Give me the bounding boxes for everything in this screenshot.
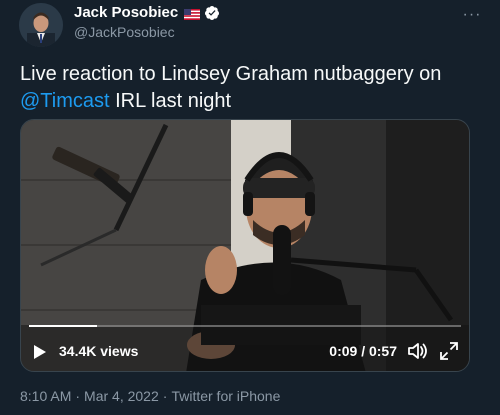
meta-separator-2: · [162,388,168,404]
more-options-icon[interactable]: ··· [460,5,484,25]
author-display-name[interactable]: Jack Posobiec [74,4,178,21]
video-player[interactable]: 34.4K views 0:09 / 0:57 [20,119,470,372]
us-flag-icon [184,7,201,20]
meta-separator: · [75,388,81,404]
volume-icon[interactable] [407,341,429,361]
tweet-time[interactable]: 8:10 AM [20,388,71,404]
tweet-meta: 8:10 AM · Mar 4, 2022 · Twitter for iPhone [20,388,280,404]
avatar[interactable] [19,3,63,47]
verified-badge-icon[interactable] [204,5,220,21]
tweet-text: Live reaction to Lindsey Graham nutbagge… [20,61,480,115]
video-progress-fill [29,325,98,327]
tweet-card: Jack Posobiec @JackPosobiec ··· Live rea… [0,0,500,415]
tweet-date[interactable]: Mar 4, 2022 [84,388,159,404]
fullscreen-icon[interactable] [439,341,459,361]
play-icon[interactable] [33,344,47,360]
tweet-text-after: IRL last night [109,90,232,112]
tweet-text-before: Live reaction to Lindsey Graham nutbagge… [20,63,442,85]
author-handle[interactable]: @JackPosobiec [74,24,175,40]
author-name-row: Jack Posobiec [74,4,220,21]
video-controls: 34.4K views 0:09 / 0:57 [21,331,469,371]
video-timestamp: 0:09 / 0:57 [329,343,397,359]
mention-link[interactable]: @Timcast [20,90,110,112]
video-progress-bar[interactable] [29,325,461,327]
tweet-source[interactable]: Twitter for iPhone [171,388,280,404]
video-view-count: 34.4K views [59,343,139,359]
